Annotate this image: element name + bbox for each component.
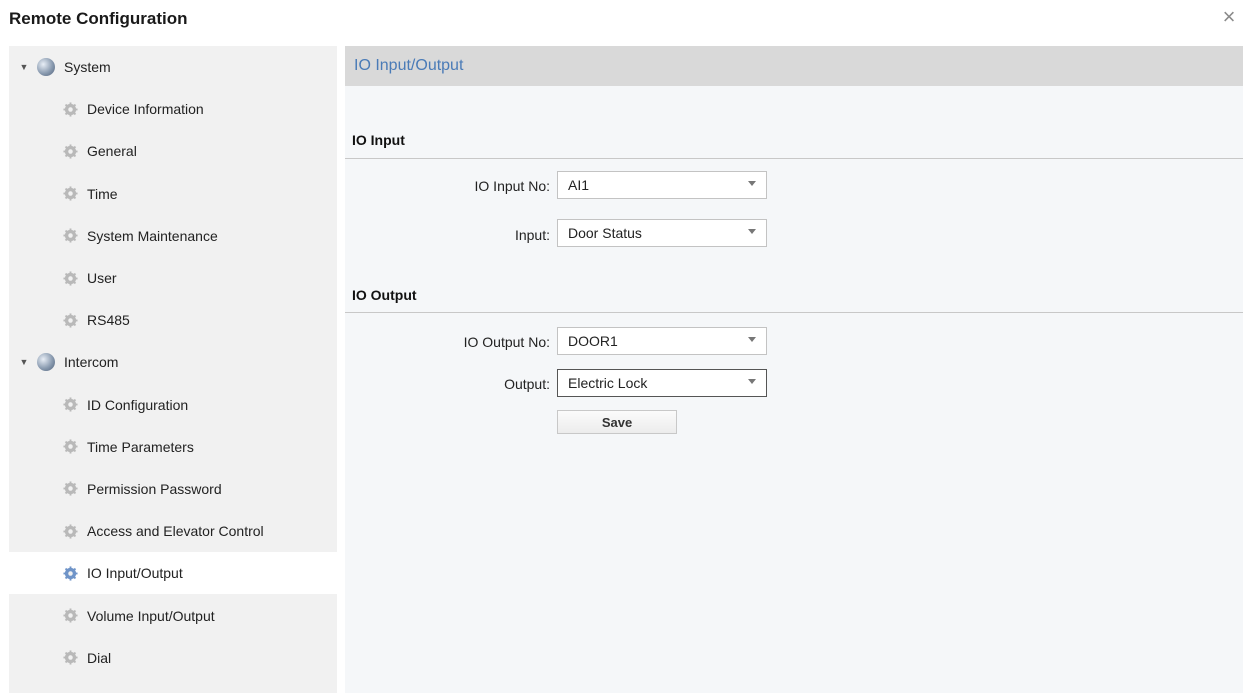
main-panel: IO Input/Output IO Input IO Input No: AI…	[345, 46, 1243, 693]
io-input-no-value: AI1	[568, 177, 590, 193]
gear-icon	[63, 144, 78, 159]
io-output-no-select[interactable]: DOOR1	[557, 327, 767, 355]
sidebar-item-access-and-elevator-control[interactable]: Access and Elevator Control	[9, 510, 337, 552]
close-icon[interactable]: ×	[1218, 6, 1240, 28]
sidebar-item-label: System	[64, 59, 111, 76]
gear-icon	[63, 650, 78, 665]
globe-icon	[37, 58, 55, 77]
sidebar-item-system-maintenance[interactable]: System Maintenance	[9, 215, 337, 257]
expand-caret-icon[interactable]: ▼	[17, 357, 31, 367]
io-input-no-select[interactable]: AI1	[557, 171, 767, 199]
gear-icon	[63, 566, 78, 581]
sidebar-item-label: Dial	[87, 649, 112, 666]
sidebar-item-label: IO Input/Output	[87, 565, 183, 582]
sidebar-item-label: General	[87, 143, 137, 160]
chevron-down-icon	[748, 181, 756, 186]
gear-icon	[63, 524, 78, 539]
sidebar-item-dial[interactable]: Dial	[9, 637, 337, 679]
sidebar-item-permission-password[interactable]: Permission Password	[9, 468, 337, 510]
sidebar-item-label: Permission Password	[87, 480, 222, 497]
sidebar-item-device-information[interactable]: Device Information	[9, 88, 337, 130]
sidebar-item-io-input-output[interactable]: IO Input/Output	[9, 552, 337, 595]
gear-icon	[63, 313, 78, 328]
chevron-down-icon	[748, 229, 756, 234]
input-select[interactable]: Door Status	[557, 219, 767, 247]
sidebar-item-label: RS485	[87, 312, 130, 329]
tree-group-intercom[interactable]: ▼ Intercom	[9, 341, 337, 383]
expand-caret-icon[interactable]: ▼	[17, 62, 31, 72]
sidebar-item-label: Access and Elevator Control	[87, 523, 264, 540]
io-output-no-label: IO Output No:	[463, 334, 550, 350]
gear-icon	[63, 481, 78, 496]
sidebar-item-label: Volume Input/Output	[87, 607, 215, 624]
sidebar-item-time-parameters[interactable]: Time Parameters	[9, 426, 337, 468]
save-button[interactable]: Save	[557, 410, 677, 434]
sidebar-item-label: Time	[87, 185, 118, 202]
input-value: Door Status	[568, 225, 642, 241]
globe-icon	[37, 353, 55, 372]
output-value: Electric Lock	[568, 375, 648, 391]
sidebar-item-user[interactable]: User	[9, 257, 337, 299]
chevron-down-icon	[748, 337, 756, 342]
gear-icon	[63, 186, 78, 201]
io-output-divider	[345, 312, 1243, 313]
io-input-section-title: IO Input	[352, 132, 405, 148]
io-output-section-title: IO Output	[352, 287, 417, 303]
sidebar-item-label: Time Parameters	[87, 438, 194, 455]
sidebar-item-time[interactable]: Time	[9, 173, 337, 215]
config-tree: ▼ System Device Information General Time Syst…	[9, 46, 337, 693]
gear-icon	[63, 102, 78, 117]
io-output-no-value: DOOR1	[568, 333, 618, 349]
sidebar-item-id-configuration[interactable]: ID Configuration	[9, 384, 337, 426]
sidebar-item-rs485[interactable]: RS485	[9, 299, 337, 341]
sidebar-item-label: System Maintenance	[87, 227, 218, 244]
sidebar-item-label: ID Configuration	[87, 396, 189, 413]
gear-icon	[63, 608, 78, 623]
window-title: Remote Configuration	[9, 9, 188, 28]
input-label: Input:	[514, 227, 550, 243]
sidebar-item-label: Device Information	[87, 101, 204, 118]
output-select[interactable]: Electric Lock	[557, 369, 767, 397]
sidebar-item-general[interactable]: General	[9, 130, 337, 172]
io-input-no-label: IO Input No:	[474, 178, 550, 194]
gear-icon	[63, 397, 78, 412]
chevron-down-icon	[748, 379, 756, 384]
io-input-divider	[345, 158, 1243, 159]
sidebar-item-label: User	[87, 270, 117, 287]
output-label: Output:	[504, 376, 550, 392]
sidebar-item-volume-input-output[interactable]: Volume Input/Output	[9, 594, 337, 636]
gear-icon	[63, 271, 78, 286]
sidebar-item-label: Intercom	[64, 354, 119, 371]
page-title: IO Input/Output	[345, 46, 1243, 86]
gear-icon	[63, 228, 78, 243]
gear-icon	[63, 439, 78, 454]
tree-group-system[interactable]: ▼ System	[9, 46, 337, 88]
